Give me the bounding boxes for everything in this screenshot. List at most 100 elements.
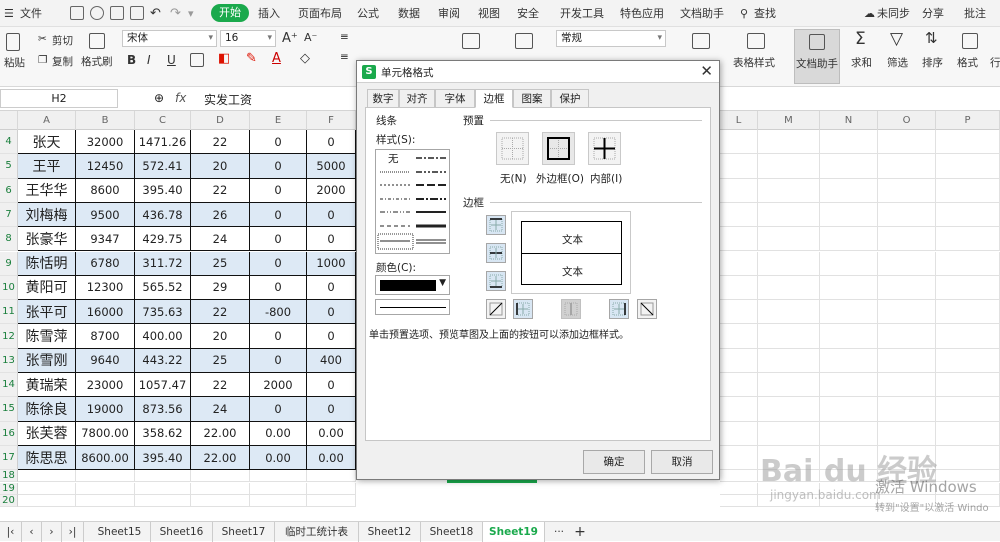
undo-icon[interactable]: ↶ bbox=[150, 0, 161, 27]
table-cell[interactable] bbox=[720, 397, 758, 422]
table-cell[interactable]: 0 bbox=[250, 178, 307, 203]
tab-font[interactable]: 字体 bbox=[435, 89, 475, 108]
table-cell[interactable] bbox=[878, 397, 936, 422]
table-cell[interactable] bbox=[820, 178, 878, 203]
table-cell[interactable] bbox=[820, 227, 878, 252]
wrap-text-icon[interactable] bbox=[515, 33, 533, 49]
row-header[interactable]: 18 bbox=[0, 470, 18, 483]
table-cell[interactable] bbox=[878, 470, 936, 483]
export-icon[interactable] bbox=[90, 6, 104, 20]
table-cell[interactable]: 陈恬明 bbox=[18, 251, 76, 276]
number-format-select[interactable]: 常规 bbox=[556, 30, 666, 47]
table-cell[interactable]: 黄瑞荣 bbox=[18, 373, 76, 398]
formula-input[interactable]: 实发工资 bbox=[204, 91, 252, 108]
table-cell[interactable]: 1057.47 bbox=[135, 373, 191, 398]
table-cell[interactable]: 436.78 bbox=[135, 202, 191, 228]
filter-button[interactable]: 筛选 bbox=[887, 55, 908, 70]
col-header-d[interactable]: D bbox=[191, 111, 250, 130]
table-cell[interactable] bbox=[18, 494, 76, 508]
table-cell[interactable]: 王平 bbox=[18, 154, 76, 179]
table-cell[interactable]: 26 bbox=[191, 202, 250, 228]
table-cell[interactable] bbox=[191, 482, 250, 495]
table-cell[interactable] bbox=[878, 348, 936, 373]
copy-button[interactable]: 复制 bbox=[52, 54, 73, 69]
table-cell[interactable]: 1000 bbox=[307, 251, 356, 276]
menu-data[interactable]: 数据 bbox=[398, 0, 420, 27]
table-cell[interactable] bbox=[820, 130, 878, 155]
tab-alignment[interactable]: 对齐 bbox=[399, 89, 435, 108]
col-header-f[interactable]: F bbox=[307, 111, 356, 130]
tab-pattern[interactable]: 图案 bbox=[513, 89, 551, 108]
table-cell[interactable] bbox=[936, 397, 1000, 422]
highlight-icon[interactable]: ✎ bbox=[246, 51, 257, 66]
table-cell[interactable] bbox=[936, 251, 1000, 276]
row-header[interactable]: 13 bbox=[0, 348, 18, 373]
border-middle-button[interactable] bbox=[486, 243, 506, 263]
table-cell[interactable]: 陈徐良 bbox=[18, 397, 76, 422]
table-cell[interactable] bbox=[936, 130, 1000, 155]
table-cell[interactable] bbox=[191, 470, 250, 483]
sum-button[interactable]: 求和 bbox=[851, 55, 872, 70]
doc-helper-button[interactable]: 文档助手 bbox=[794, 29, 840, 84]
border-diag-up-button[interactable] bbox=[486, 299, 506, 319]
table-cell[interactable] bbox=[936, 482, 1000, 495]
table-cell[interactable]: 王华华 bbox=[18, 178, 76, 203]
table-cell[interactable]: 24 bbox=[191, 397, 250, 422]
table-cell[interactable] bbox=[307, 470, 356, 483]
table-cell[interactable] bbox=[878, 494, 936, 508]
table-style-button[interactable]: 表格样式 bbox=[733, 55, 775, 70]
col-header-a[interactable]: A bbox=[18, 111, 76, 130]
table-cell[interactable]: 22 bbox=[191, 130, 250, 155]
table-cell[interactable] bbox=[720, 494, 758, 508]
table-cell[interactable] bbox=[758, 373, 820, 398]
table-style-icon[interactable] bbox=[747, 33, 765, 49]
filter-icon[interactable]: ▽ bbox=[890, 29, 903, 49]
table-cell[interactable] bbox=[250, 494, 307, 508]
table-cell[interactable] bbox=[936, 300, 1000, 325]
table-cell[interactable]: 22 bbox=[191, 300, 250, 325]
table-cell[interactable] bbox=[820, 482, 878, 495]
table-cell[interactable]: 25 bbox=[191, 348, 250, 373]
sheet-tab-active[interactable]: Sheet19 bbox=[483, 522, 545, 542]
add-sheet-icon[interactable]: + bbox=[570, 522, 590, 542]
border-preview[interactable]: 文本 文本 bbox=[511, 211, 631, 294]
table-cell[interactable] bbox=[936, 470, 1000, 483]
table-cell[interactable] bbox=[758, 482, 820, 495]
table-cell[interactable]: 张豪华 bbox=[18, 227, 76, 252]
table-cell[interactable]: 9347 bbox=[76, 227, 135, 252]
table-cell[interactable]: 0 bbox=[307, 324, 356, 349]
table-cell[interactable]: 29 bbox=[191, 275, 250, 301]
table-cell[interactable]: 22.00 bbox=[191, 445, 250, 471]
table-cell[interactable] bbox=[18, 482, 76, 495]
table-cell[interactable] bbox=[878, 154, 936, 179]
table-cell[interactable]: 张芙蓉 bbox=[18, 421, 76, 446]
table-cell[interactable]: 1471.26 bbox=[135, 130, 191, 155]
table-cell[interactable] bbox=[720, 445, 758, 471]
table-cell[interactable]: 0 bbox=[307, 130, 356, 155]
sheet-tab[interactable]: Sheet17 bbox=[213, 522, 275, 542]
share-button[interactable]: 分享 bbox=[922, 0, 944, 27]
table-cell[interactable]: 9500 bbox=[76, 202, 135, 228]
table-cell[interactable]: 400.00 bbox=[135, 324, 191, 349]
table-cell[interactable] bbox=[720, 227, 758, 252]
copy-icon[interactable]: ❐ bbox=[38, 54, 47, 66]
print-icon[interactable] bbox=[110, 6, 124, 20]
row-header[interactable]: 5 bbox=[0, 154, 18, 179]
paste-icon[interactable] bbox=[6, 33, 20, 51]
table-cell[interactable]: 2000 bbox=[250, 373, 307, 398]
format-painter-icon[interactable] bbox=[89, 33, 105, 49]
table-cell[interactable] bbox=[936, 154, 1000, 179]
table-cell[interactable] bbox=[758, 251, 820, 276]
table-cell[interactable]: 395.40 bbox=[135, 178, 191, 203]
table-cell[interactable] bbox=[820, 202, 878, 228]
underline-button[interactable]: U bbox=[167, 53, 176, 67]
close-icon[interactable]: ✕ bbox=[700, 62, 713, 80]
table-cell[interactable]: 张天 bbox=[18, 130, 76, 155]
table-cell[interactable]: 0 bbox=[250, 397, 307, 422]
table-cell[interactable]: 400 bbox=[307, 348, 356, 373]
table-cell[interactable]: 刘梅梅 bbox=[18, 202, 76, 228]
scissors-icon[interactable]: ✂ bbox=[38, 33, 47, 45]
table-cell[interactable] bbox=[936, 178, 1000, 203]
table-cell[interactable] bbox=[720, 300, 758, 325]
table-cell[interactable] bbox=[936, 202, 1000, 228]
